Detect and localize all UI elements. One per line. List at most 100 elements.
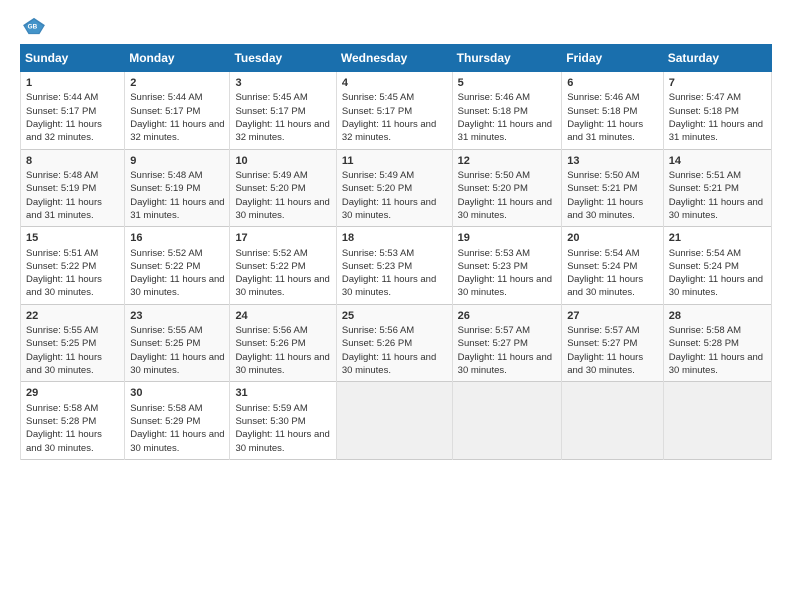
- daylight: Daylight: 11 hours and 32 minutes.: [235, 119, 329, 143]
- day-number: 31: [235, 386, 331, 401]
- sunrise: Sunrise: 5:56 AM: [235, 325, 307, 336]
- calendar-cell: 11Sunrise: 5:49 AMSunset: 5:20 PMDayligh…: [336, 149, 452, 227]
- day-number: 13: [567, 154, 659, 169]
- sunset: Sunset: 5:30 PM: [235, 416, 305, 427]
- calendar-cell: 29Sunrise: 5:58 AMSunset: 5:28 PMDayligh…: [21, 382, 125, 460]
- calendar-cell: 13Sunrise: 5:50 AMSunset: 5:21 PMDayligh…: [562, 149, 664, 227]
- daylight: Daylight: 11 hours and 30 minutes.: [26, 352, 102, 376]
- calendar-cell: 21Sunrise: 5:54 AMSunset: 5:24 PMDayligh…: [663, 227, 771, 305]
- day-number: 8: [26, 154, 120, 169]
- calendar-cell: 25Sunrise: 5:56 AMSunset: 5:26 PMDayligh…: [336, 304, 452, 382]
- daylight: Daylight: 11 hours and 31 minutes.: [567, 119, 643, 143]
- daylight: Daylight: 11 hours and 30 minutes.: [235, 274, 329, 298]
- daylight: Daylight: 11 hours and 30 minutes.: [669, 274, 763, 298]
- sunrise: Sunrise: 5:46 AM: [458, 92, 530, 103]
- calendar-cell: 4Sunrise: 5:45 AMSunset: 5:17 PMDaylight…: [336, 72, 452, 150]
- daylight: Daylight: 11 hours and 30 minutes.: [669, 197, 763, 221]
- daylight: Daylight: 11 hours and 30 minutes.: [342, 274, 436, 298]
- calendar-cell: 10Sunrise: 5:49 AMSunset: 5:20 PMDayligh…: [230, 149, 336, 227]
- daylight: Daylight: 11 hours and 32 minutes.: [342, 119, 436, 143]
- daylight: Daylight: 11 hours and 30 minutes.: [26, 274, 102, 298]
- daylight: Daylight: 11 hours and 30 minutes.: [567, 274, 643, 298]
- calendar-cell: 31 Sunrise: 5:59 AM Sunset: 5:30 PM Dayligh…: [230, 382, 336, 460]
- daylight: Daylight: 11 hours and 30 minutes.: [26, 429, 102, 453]
- daylight: Daylight: 11 hours and 30 minutes.: [235, 429, 329, 453]
- sunrise: Sunrise: 5:46 AM: [567, 92, 639, 103]
- day-number: 27: [567, 309, 659, 324]
- calendar-cell: 27Sunrise: 5:57 AMSunset: 5:27 PMDayligh…: [562, 304, 664, 382]
- day-number: 17: [235, 231, 331, 246]
- header-cell-wednesday: Wednesday: [336, 45, 452, 72]
- sunrise: Sunrise: 5:58 AM: [669, 325, 741, 336]
- calendar-cell: 6Sunrise: 5:46 AMSunset: 5:18 PMDaylight…: [562, 72, 664, 150]
- sunset: Sunset: 5:20 PM: [235, 183, 305, 194]
- sunrise: Sunrise: 5:47 AM: [669, 92, 741, 103]
- sunrise: Sunrise: 5:53 AM: [342, 248, 414, 259]
- calendar-cell: 7Sunrise: 5:47 AMSunset: 5:18 PMDaylight…: [663, 72, 771, 150]
- day-number: 18: [342, 231, 448, 246]
- day-number: 14: [669, 154, 767, 169]
- sunrise: Sunrise: 5:51 AM: [26, 248, 98, 259]
- day-number: 10: [235, 154, 331, 169]
- week-row-4: 22Sunrise: 5:55 AMSunset: 5:25 PMDayligh…: [21, 304, 772, 382]
- sunset: Sunset: 5:21 PM: [567, 183, 637, 194]
- sunrise: Sunrise: 5:57 AM: [567, 325, 639, 336]
- calendar-cell: 30Sunrise: 5:58 AMSunset: 5:29 PMDayligh…: [125, 382, 230, 460]
- calendar-cell: 2Sunrise: 5:44 AMSunset: 5:17 PMDaylight…: [125, 72, 230, 150]
- sunset: Sunset: 5:26 PM: [342, 338, 412, 349]
- calendar-cell: 16Sunrise: 5:52 AMSunset: 5:22 PMDayligh…: [125, 227, 230, 305]
- week-row-5: 29Sunrise: 5:58 AMSunset: 5:28 PMDayligh…: [21, 382, 772, 460]
- day-number: 3: [235, 76, 331, 91]
- sunset: Sunset: 5:29 PM: [130, 416, 200, 427]
- calendar-cell: 12Sunrise: 5:50 AMSunset: 5:20 PMDayligh…: [452, 149, 562, 227]
- sunset: Sunset: 5:20 PM: [342, 183, 412, 194]
- sunset: Sunset: 5:17 PM: [235, 106, 305, 117]
- day-number: 24: [235, 309, 331, 324]
- header-cell-friday: Friday: [562, 45, 664, 72]
- day-number: 28: [669, 309, 767, 324]
- day-number: 5: [458, 76, 558, 91]
- sunrise: Sunrise: 5:52 AM: [235, 248, 307, 259]
- sunset: Sunset: 5:18 PM: [567, 106, 637, 117]
- daylight: Daylight: 11 hours and 32 minutes.: [26, 119, 102, 143]
- sunset: Sunset: 5:22 PM: [130, 261, 200, 272]
- calendar-cell: 8Sunrise: 5:48 AMSunset: 5:19 PMDaylight…: [21, 149, 125, 227]
- week-row-1: 1Sunrise: 5:44 AMSunset: 5:17 PMDaylight…: [21, 72, 772, 150]
- calendar-cell: 5Sunrise: 5:46 AMSunset: 5:18 PMDaylight…: [452, 72, 562, 150]
- sunset: Sunset: 5:23 PM: [458, 261, 528, 272]
- sunrise: Sunrise: 5:48 AM: [130, 170, 202, 181]
- sunrise: Sunrise: 5:59 AM: [235, 403, 307, 414]
- daylight: Daylight: 11 hours and 30 minutes.: [567, 197, 643, 221]
- sunset: Sunset: 5:17 PM: [26, 106, 96, 117]
- calendar-cell: 9Sunrise: 5:48 AMSunset: 5:19 PMDaylight…: [125, 149, 230, 227]
- header-cell-saturday: Saturday: [663, 45, 771, 72]
- daylight: Daylight: 11 hours and 31 minutes.: [669, 119, 763, 143]
- sunrise: Sunrise: 5:44 AM: [26, 92, 98, 103]
- daylight: Daylight: 11 hours and 30 minutes.: [130, 352, 224, 376]
- sunset: Sunset: 5:22 PM: [235, 261, 305, 272]
- sunset: Sunset: 5:21 PM: [669, 183, 739, 194]
- sunrise: Sunrise: 5:45 AM: [235, 92, 307, 103]
- sunset: Sunset: 5:17 PM: [342, 106, 412, 117]
- sunset: Sunset: 5:24 PM: [567, 261, 637, 272]
- daylight: Daylight: 11 hours and 30 minutes.: [567, 352, 643, 376]
- header-cell-sunday: Sunday: [21, 45, 125, 72]
- daylight: Daylight: 11 hours and 30 minutes.: [130, 274, 224, 298]
- day-number: 21: [669, 231, 767, 246]
- calendar-cell: 26Sunrise: 5:57 AMSunset: 5:27 PMDayligh…: [452, 304, 562, 382]
- sunrise: Sunrise: 5:56 AM: [342, 325, 414, 336]
- day-number: 22: [26, 309, 120, 324]
- calendar-cell: 18Sunrise: 5:53 AMSunset: 5:23 PMDayligh…: [336, 227, 452, 305]
- calendar-cell: 3Sunrise: 5:45 AM Sunset: 5:17 PM Daylight…: [230, 72, 336, 150]
- sunset: Sunset: 5:18 PM: [669, 106, 739, 117]
- calendar-cell: 23Sunrise: 5:55 AMSunset: 5:25 PMDayligh…: [125, 304, 230, 382]
- week-row-3: 15Sunrise: 5:51 AMSunset: 5:22 PMDayligh…: [21, 227, 772, 305]
- sunrise: Sunrise: 5:51 AM: [669, 170, 741, 181]
- day-number: 11: [342, 154, 448, 169]
- calendar-cell: [562, 382, 664, 460]
- calendar-cell: 14Sunrise: 5:51 AM Sunset: 5:21 PM Dayligh…: [663, 149, 771, 227]
- sunrise: Sunrise: 5:48 AM: [26, 170, 98, 181]
- sunrise: Sunrise: 5:49 AM: [342, 170, 414, 181]
- header: GB: [20, 16, 772, 36]
- day-number: 12: [458, 154, 558, 169]
